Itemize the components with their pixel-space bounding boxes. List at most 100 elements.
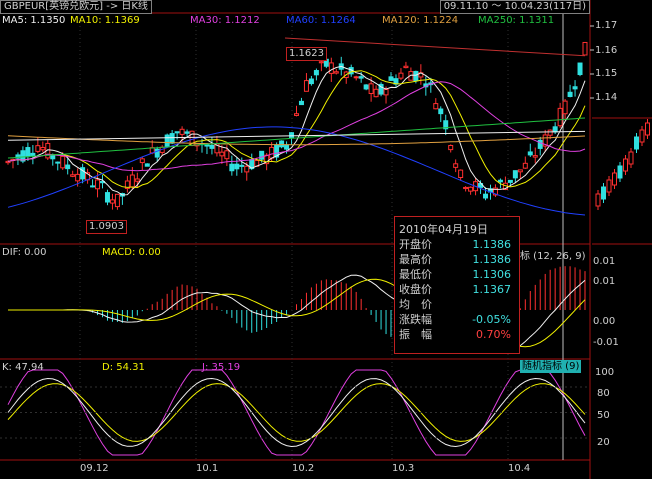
info-row-key: 最低价 — [399, 268, 432, 281]
side-candle-body — [634, 136, 639, 150]
candle-body — [458, 169, 464, 179]
info-row: 最高价 1.1386 — [399, 252, 515, 267]
candle-body — [512, 170, 518, 179]
info-row-key: 均 价 — [399, 298, 432, 311]
side-candle-body — [623, 158, 628, 172]
high-marker: 1.1623 — [286, 47, 327, 61]
candle-body — [497, 179, 503, 183]
ma-ref-line — [7, 130, 586, 141]
chart-canvas[interactable] — [0, 0, 652, 479]
info-row-value: -0.05% — [472, 313, 511, 326]
date-range: 09.11.10 ～ 10.04.23(117日) — [439, 0, 590, 14]
candle-body — [363, 84, 369, 90]
candle-body — [60, 155, 66, 169]
bar-info-panel: 2010年04月19日 开盘价 1.1386 最高价 1.1386 最低价 1.1306 收… — [394, 216, 520, 354]
macd-tick-3: 0.00 — [593, 316, 616, 327]
candle-body — [284, 144, 290, 150]
ma10-line — [7, 70, 586, 189]
kdj-tick-2: 80 — [597, 388, 610, 399]
price-tick-1: 1.17 — [595, 20, 618, 31]
candle-body — [35, 145, 41, 152]
candle-body — [209, 144, 215, 149]
x-tick-3: 10.2 — [292, 463, 315, 474]
candle-body — [373, 88, 379, 98]
candle-body — [114, 193, 120, 208]
candle-body — [328, 62, 334, 74]
info-row: 最低价 1.1306 — [399, 267, 515, 282]
price-tick-2: 1.16 — [595, 45, 618, 56]
info-row-value: 1.1386 — [472, 238, 512, 251]
candle-body — [552, 126, 558, 133]
side-candle-body — [595, 193, 601, 207]
candle-body — [532, 155, 538, 158]
candle-body — [537, 139, 543, 149]
candle-body — [75, 173, 81, 182]
candle-body — [517, 169, 523, 173]
candle-body — [313, 70, 319, 76]
ma250-line — [7, 117, 586, 159]
candle-body — [234, 163, 240, 170]
kdj-tick-1: 100 — [595, 367, 615, 378]
price-tick-4: 1.14 — [595, 92, 618, 103]
candle-body — [308, 78, 314, 85]
macd-dif-label: DIF: 0.00 — [2, 247, 47, 258]
candle-body — [294, 113, 299, 116]
candle-body — [522, 162, 528, 169]
candle-body — [219, 151, 225, 157]
candle-body — [164, 134, 170, 148]
candle-body — [174, 131, 180, 134]
side-candle-body — [639, 129, 645, 143]
info-row-value: 1.1306 — [472, 268, 512, 281]
candle-body — [244, 165, 250, 173]
macd-tick-4: -0.01 — [593, 337, 619, 348]
candle-body — [298, 100, 304, 106]
candle-body — [567, 91, 573, 98]
candle-body — [507, 179, 513, 183]
candle-body — [30, 152, 36, 157]
ma30-line — [7, 81, 586, 172]
kdj-d-label: D: 54.31 — [102, 362, 145, 373]
ma-ref-line — [284, 37, 586, 57]
x-tick-4: 10.3 — [392, 463, 415, 474]
info-row-key: 涨跌幅 — [399, 313, 432, 326]
candle-body — [433, 103, 439, 110]
candle-body — [109, 199, 115, 204]
kdj-tick-4: 20 — [597, 437, 610, 448]
candle-body — [438, 108, 444, 115]
candle-body — [383, 89, 389, 96]
x-tick-2: 10.1 — [196, 463, 219, 474]
candle-body — [139, 158, 145, 164]
candle-body — [388, 76, 394, 81]
candle-body — [582, 41, 588, 56]
macd-params-label: 标 (12, 26, 9) — [520, 251, 586, 262]
candle-body — [239, 164, 245, 167]
candle-body — [483, 193, 489, 199]
x-tick-5: 10.4 — [508, 463, 531, 474]
info-row-value: 1.1367 — [472, 283, 512, 296]
candle-body — [169, 133, 175, 144]
ma-legend-item: MA120: 1.1224 — [382, 15, 459, 26]
candle-body — [90, 185, 96, 188]
candle-body — [463, 186, 469, 190]
info-row-key: 最高价 — [399, 253, 432, 266]
candle-body — [259, 150, 265, 160]
ma-legend-item: MA30: 1.1212 — [190, 15, 260, 26]
candle-body — [413, 70, 419, 82]
low-marker: 1.0903 — [86, 220, 127, 234]
ma-legend-item: MA60: 1.1264 — [286, 15, 356, 26]
ma5-line — [7, 65, 586, 196]
candle-body — [453, 163, 459, 168]
kdj-indicator-label: 随机指标 (9) — [520, 360, 582, 373]
candle-body — [527, 151, 533, 156]
info-row: 均 价 — [399, 297, 515, 312]
info-row: 开盘价 1.1386 — [399, 237, 515, 252]
candle-body — [577, 62, 583, 76]
candle-body — [353, 76, 359, 79]
info-row-key: 振 幅 — [399, 328, 432, 341]
info-row: 收盘价 1.1367 — [399, 282, 515, 297]
side-candle-body — [628, 151, 634, 165]
info-date: 2010年04月19日 — [399, 223, 488, 236]
candle-body — [358, 76, 364, 79]
ma-legend-item: MA5: 1.1350 — [2, 15, 66, 26]
candle-body — [403, 65, 409, 69]
